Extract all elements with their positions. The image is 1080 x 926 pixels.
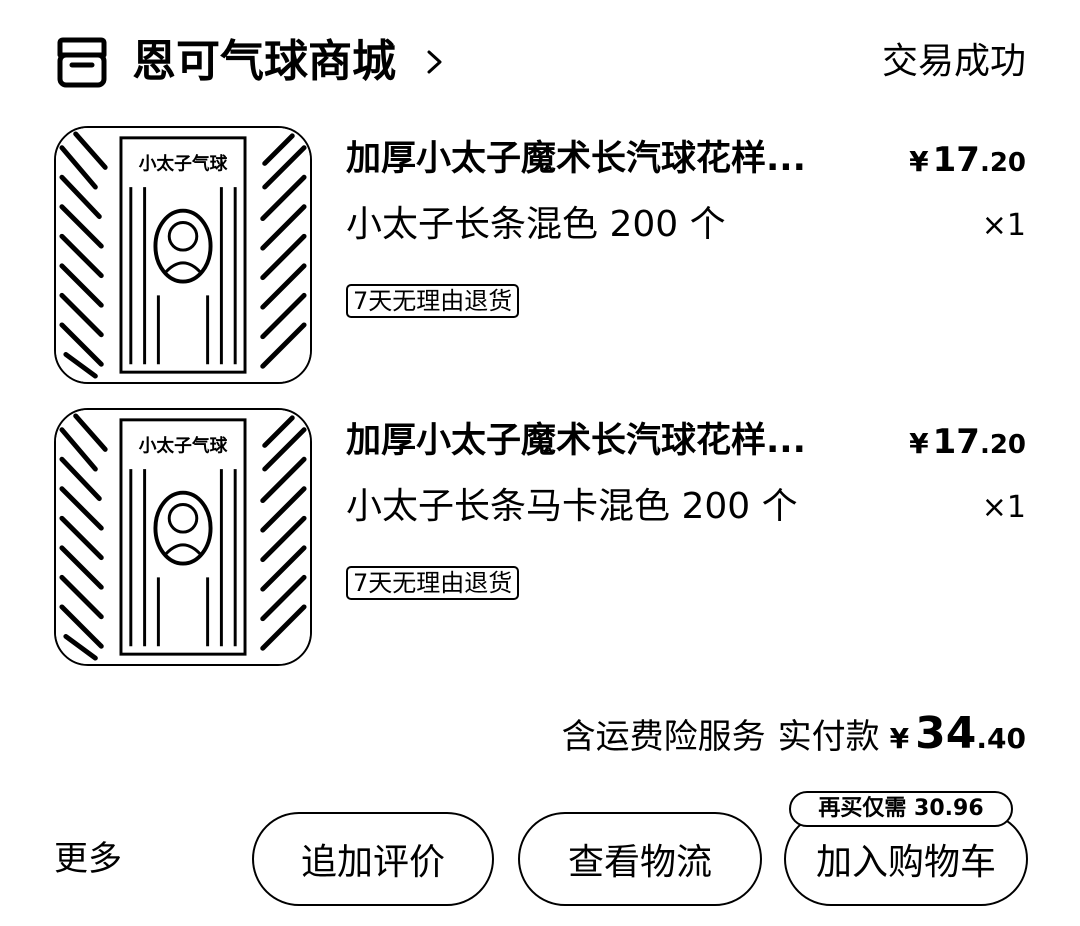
order-item[interactable]: 小太子气球 加厚小太子魔术长汽球花样... ¥17.20 小太子长条马卡混色 2… [54,408,1026,670]
shop-name[interactable]: 恩可气球商城 [132,34,396,90]
order-card-header: 恩可气球商城 交易成功 [54,34,1026,90]
item-price: ¥17.20 [909,422,1026,465]
package-brand-text: 小太子气球 [139,434,228,456]
more-button[interactable]: 更多 [54,836,122,882]
product-thumbnail[interactable]: 小太子气球 [54,408,312,666]
return-policy-tag: 7天无理由退货 [346,566,520,600]
return-policy-tag: 7天无理由退货 [346,284,520,318]
store-icon[interactable] [54,37,110,89]
view-logistics-button[interactable]: 查看物流 [518,812,762,906]
price-integer: 17 [932,140,980,180]
item-title[interactable]: 加厚小太子魔术长汽球花样... [346,416,906,466]
price-decimal: .20 [979,148,1026,178]
currency-symbol: ¥ [909,145,929,178]
item-price: ¥17.20 [909,140,1026,183]
item-spec: 小太子长条混色 200 个 [346,204,726,245]
price-decimal: .20 [979,430,1026,460]
item-quantity: ×1 [981,208,1026,243]
item-quantity: ×1 [981,490,1026,525]
total-label: 实付款 [777,717,880,757]
item-title[interactable]: 加厚小太子魔术长汽球花样... [346,134,906,184]
price-integer: 17 [932,422,980,462]
product-thumbnail[interactable]: 小太子气球 [54,126,312,384]
shipping-insurance-note: 含运费险服务 [561,717,766,757]
item-spec: 小太子长条马卡混色 200 个 [346,486,798,527]
total-amount-decimal: .40 [976,722,1026,755]
currency-symbol: ¥ [909,427,929,460]
order-status: 交易成功 [881,41,1026,82]
currency-symbol: ¥ [889,722,910,755]
package-brand-text: 小太子气球 [139,152,228,174]
total-amount-integer: 34 [915,708,977,759]
order-item[interactable]: 小太子气球 加厚小太子魔术长汽球花样... ¥17.20 小太子长条混色 200… [54,126,1026,388]
chevron-right-icon[interactable] [424,44,446,80]
add-review-button[interactable]: 追加评价 [252,812,494,906]
rebuy-price-badge: 再买仅需 30.96 [789,791,1013,827]
order-total: 含运费险服务 实付款 ¥ 34 .40 [562,708,1026,764]
